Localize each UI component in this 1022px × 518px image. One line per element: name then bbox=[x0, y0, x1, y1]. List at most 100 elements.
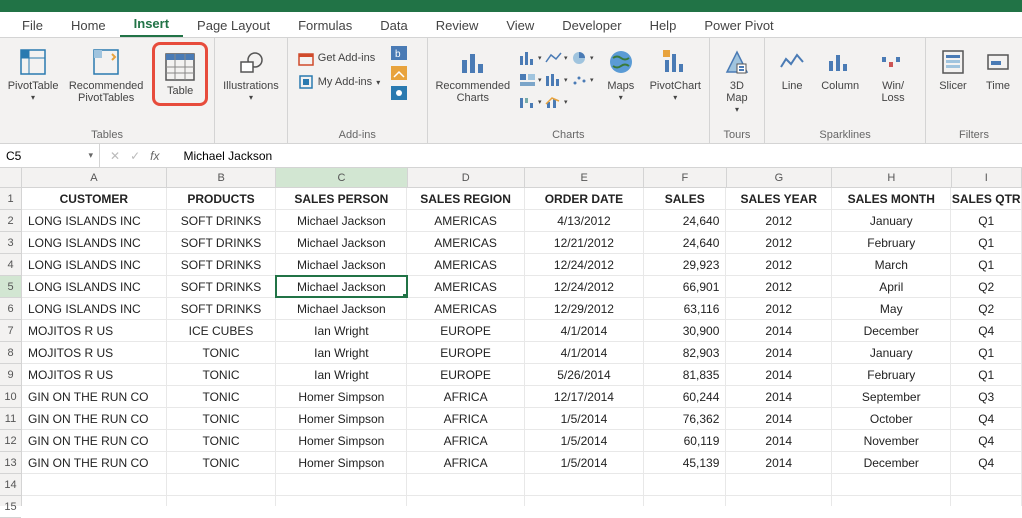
cell[interactable]: Q4 bbox=[951, 430, 1022, 451]
cell[interactable]: 4/1/2014 bbox=[525, 342, 644, 363]
cell[interactable]: Q1 bbox=[951, 364, 1022, 385]
illustrations-button[interactable]: Illustrations ▾ bbox=[221, 42, 281, 106]
maps-button[interactable]: Maps ▾ bbox=[600, 42, 642, 106]
cell[interactable]: 60,244 bbox=[644, 386, 726, 407]
cell[interactable]: Q2 bbox=[951, 276, 1022, 297]
cell[interactable]: Ian Wright bbox=[276, 364, 407, 385]
cell[interactable]: AMERICAS bbox=[407, 232, 524, 253]
cell[interactable]: MOJITOS R US bbox=[22, 320, 167, 341]
combo-chart-icon[interactable]: ▾ bbox=[544, 92, 568, 112]
cell[interactable] bbox=[832, 496, 951, 506]
cell[interactable] bbox=[167, 496, 277, 506]
cell[interactable]: December bbox=[832, 320, 951, 341]
tab-power-pivot[interactable]: Power Pivot bbox=[690, 14, 787, 37]
row-header[interactable]: 10 bbox=[0, 386, 21, 408]
column-header[interactable]: F bbox=[644, 168, 726, 187]
name-box[interactable]: C5 ▾ bbox=[0, 144, 100, 167]
recommended-pivottables-button[interactable]: Recommended PivotTables bbox=[66, 42, 146, 108]
cell[interactable]: TONIC bbox=[167, 430, 277, 451]
line-chart-icon[interactable]: ▾ bbox=[544, 48, 568, 68]
row-header[interactable]: 5 bbox=[0, 276, 21, 298]
cell[interactable]: EUROPE bbox=[407, 320, 524, 341]
cell[interactable]: AFRICA bbox=[407, 408, 524, 429]
cell[interactable]: SOFT DRINKS bbox=[167, 276, 277, 297]
column-header[interactable]: D bbox=[408, 168, 525, 187]
cell[interactable]: 2014 bbox=[726, 452, 832, 473]
cell[interactable]: 82,903 bbox=[644, 342, 726, 363]
cell[interactable]: Ian Wright bbox=[276, 320, 407, 341]
cell[interactable]: Michael Jackson bbox=[276, 210, 407, 231]
row-header[interactable]: 4 bbox=[0, 254, 21, 276]
cell[interactable]: 45,139 bbox=[644, 452, 726, 473]
cell[interactable] bbox=[407, 496, 524, 506]
column-header[interactable]: C bbox=[276, 168, 407, 187]
header-cell[interactable]: SALES bbox=[644, 188, 726, 209]
tab-review[interactable]: Review bbox=[422, 14, 493, 37]
cell[interactable] bbox=[644, 474, 726, 495]
cell[interactable]: December bbox=[832, 452, 951, 473]
cell[interactable]: Q1 bbox=[951, 342, 1022, 363]
tab-developer[interactable]: Developer bbox=[548, 14, 635, 37]
cell[interactable]: TONIC bbox=[167, 342, 277, 363]
cell[interactable] bbox=[407, 474, 524, 495]
cell[interactable]: AMERICAS bbox=[407, 276, 524, 297]
cell[interactable]: LONG ISLANDS INC bbox=[22, 210, 167, 231]
row-header[interactable]: 12 bbox=[0, 430, 21, 452]
visio-icon[interactable] bbox=[390, 84, 408, 102]
cell[interactable]: TONIC bbox=[167, 364, 277, 385]
cell[interactable]: Michael Jackson bbox=[276, 232, 407, 253]
enter-icon[interactable]: ✓ bbox=[130, 149, 140, 163]
cell[interactable]: February bbox=[832, 364, 951, 385]
sparkline-column-button[interactable]: Column bbox=[819, 42, 861, 96]
cell[interactable]: TONIC bbox=[167, 408, 277, 429]
cell[interactable]: Q1 bbox=[951, 210, 1022, 231]
cell[interactable]: February bbox=[832, 232, 951, 253]
column-header[interactable]: G bbox=[727, 168, 833, 187]
cell[interactable]: Q4 bbox=[951, 408, 1022, 429]
cell[interactable]: SOFT DRINKS bbox=[167, 232, 277, 253]
sparkline-winloss-button[interactable]: Win/ Loss bbox=[867, 42, 919, 108]
cell[interactable]: Homer Simpson bbox=[276, 430, 407, 451]
row-header[interactable]: 6 bbox=[0, 298, 21, 320]
cell[interactable]: 12/24/2012 bbox=[525, 254, 644, 275]
cell[interactable]: January bbox=[832, 210, 951, 231]
cell[interactable]: ICE CUBES bbox=[167, 320, 277, 341]
fx-icon[interactable]: fx bbox=[150, 149, 167, 163]
column-header[interactable]: B bbox=[167, 168, 277, 187]
hierarchy-chart-icon[interactable]: ▾ bbox=[518, 70, 542, 90]
cell[interactable]: GIN ON THE RUN CO bbox=[22, 452, 167, 473]
cell[interactable]: 2012 bbox=[726, 276, 832, 297]
tab-help[interactable]: Help bbox=[636, 14, 691, 37]
cell[interactable]: 2014 bbox=[726, 430, 832, 451]
column-chart-icon[interactable]: ▾ bbox=[518, 48, 542, 68]
get-addins-button[interactable]: Get Add-ins bbox=[294, 48, 384, 68]
row-header[interactable]: 11 bbox=[0, 408, 21, 430]
cell[interactable]: Homer Simpson bbox=[276, 408, 407, 429]
tab-data[interactable]: Data bbox=[366, 14, 421, 37]
row-header[interactable]: 2 bbox=[0, 210, 21, 232]
waterfall-chart-icon[interactable]: ▾ bbox=[518, 92, 542, 112]
3d-map-button[interactable]: 3D Map ▾ bbox=[716, 42, 758, 118]
cell[interactable]: 2014 bbox=[726, 320, 832, 341]
tab-home[interactable]: Home bbox=[57, 14, 120, 37]
cell[interactable]: 2012 bbox=[726, 254, 832, 275]
column-header[interactable]: I bbox=[952, 168, 1022, 187]
cell[interactable]: GIN ON THE RUN CO bbox=[22, 386, 167, 407]
cell[interactable]: 2014 bbox=[726, 364, 832, 385]
cell[interactable]: LONG ISLANDS INC bbox=[22, 232, 167, 253]
cell[interactable]: 12/29/2012 bbox=[525, 298, 644, 319]
cell[interactable]: 1/5/2014 bbox=[525, 430, 644, 451]
tab-view[interactable]: View bbox=[492, 14, 548, 37]
cell[interactable]: MOJITOS R US bbox=[22, 342, 167, 363]
cell[interactable]: Q4 bbox=[951, 320, 1022, 341]
my-addins-button[interactable]: My Add-ins ▾ bbox=[294, 72, 384, 92]
cell[interactable]: MOJITOS R US bbox=[22, 364, 167, 385]
cell[interactable]: AFRICA bbox=[407, 452, 524, 473]
pivottable-button[interactable]: PivotTable ▾ bbox=[6, 42, 60, 106]
cell[interactable]: LONG ISLANDS INC bbox=[22, 254, 167, 275]
cell[interactable] bbox=[167, 474, 277, 495]
formula-input[interactable] bbox=[177, 149, 1022, 163]
cell[interactable]: EUROPE bbox=[407, 364, 524, 385]
cell[interactable]: SOFT DRINKS bbox=[167, 298, 277, 319]
cell[interactable] bbox=[726, 496, 832, 506]
